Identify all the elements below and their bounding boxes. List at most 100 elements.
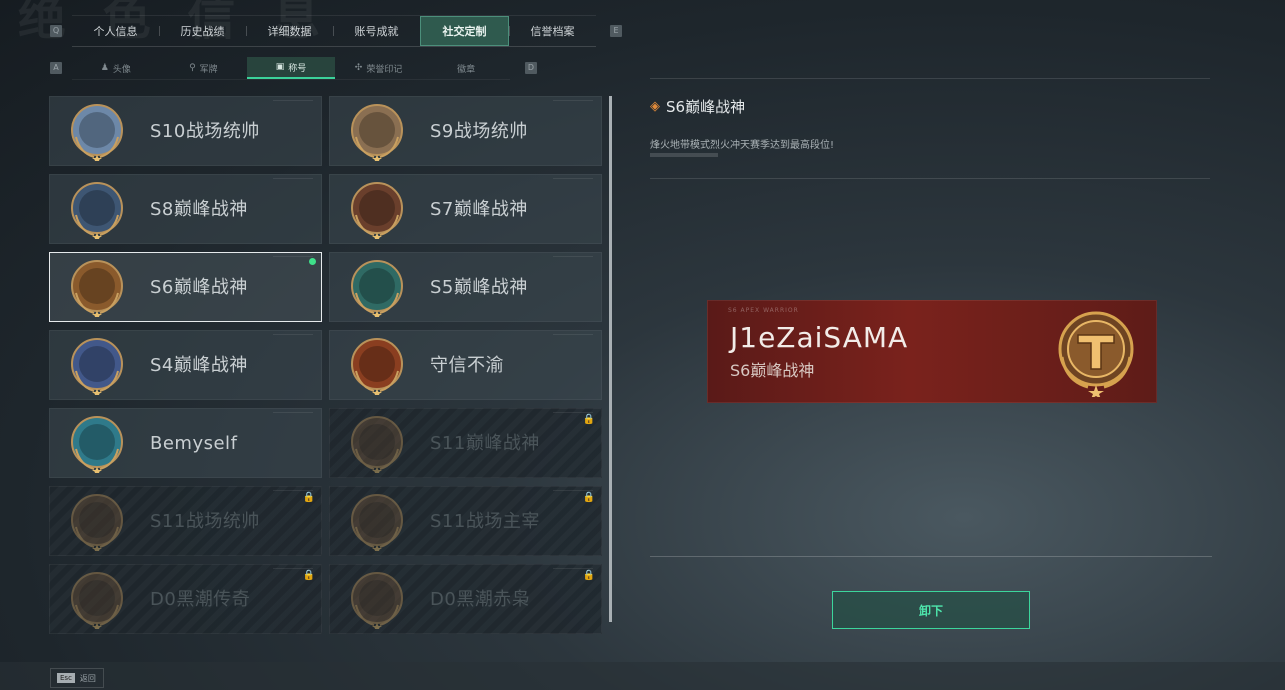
subtab-label: 徽章 <box>457 64 476 75</box>
title-name: S11巅峰战神 <box>430 433 540 454</box>
subtab-4[interactable]: 徽章 <box>422 57 510 79</box>
title-name: S8巅峰战神 <box>150 199 248 220</box>
title-card[interactable]: D0黑潮传奇 🔒 <box>49 564 322 634</box>
title-name: D0黑潮传奇 <box>150 589 251 610</box>
title-name: S9战场统帅 <box>430 121 528 142</box>
divider <box>650 556 1212 557</box>
soldier-emblem-icon <box>68 415 126 473</box>
title-card[interactable]: Bemyself <box>49 408 322 478</box>
tank-emblem-icon <box>68 493 126 551</box>
tab-next-key: E <box>610 25 622 37</box>
card-decoration <box>273 178 313 179</box>
back-button[interactable]: Esc 返回 <box>50 668 104 688</box>
skull-emblem-icon <box>348 259 406 317</box>
ship2-emblem-icon <box>348 415 406 473</box>
title-name: 守信不渝 <box>430 355 504 376</box>
back-label: 返回 <box>79 673 96 683</box>
title-card[interactable]: S4巅峰战神 <box>49 330 322 400</box>
subtab-3[interactable]: ✣ 荣誉印记 <box>335 57 423 79</box>
scrollbar[interactable] <box>609 96 612 622</box>
subtab-2[interactable]: ▣ 称号 <box>247 57 335 79</box>
helmet-emblem-icon <box>68 337 126 395</box>
title-icon: ▣ <box>275 62 285 72</box>
detail-header: ◈ S6巅峰战神 <box>650 96 745 117</box>
card-decoration <box>273 490 313 491</box>
plane-emblem-icon <box>68 103 126 161</box>
ship-emblem-icon <box>348 103 406 161</box>
title-card[interactable]: S6巅峰战神 <box>49 252 322 322</box>
banner-player-name: J1eZaiSAMA <box>730 321 909 354</box>
lock-icon: 🔒 <box>582 492 595 503</box>
title-card[interactable]: S10战场统帅 <box>49 96 322 166</box>
card-decoration <box>273 568 313 569</box>
divider <box>650 178 1210 179</box>
lock-icon: 🔒 <box>302 492 315 503</box>
diamond-icon: ◈ <box>650 99 660 114</box>
card-decoration <box>553 178 593 179</box>
tab-2[interactable]: 详细数据 <box>246 16 333 46</box>
title-name: D0黑潮赤枭 <box>430 589 531 610</box>
subtab-0[interactable]: ♟ 头像 <box>72 57 160 79</box>
title-name: S10战场统帅 <box>150 121 260 142</box>
t-emblem-icon <box>1058 311 1134 397</box>
card-decoration <box>553 568 593 569</box>
subtab-label: 军牌 <box>199 64 218 75</box>
mask-emblem-icon <box>348 571 406 629</box>
tab-3[interactable]: 账号成就 <box>333 16 420 46</box>
honor-icon: ✣ <box>354 63 363 73</box>
person-icon: ♟ <box>100 63 109 73</box>
card-decoration <box>273 256 313 257</box>
subtab-label: 头像 <box>112 64 131 75</box>
card-decoration <box>553 256 593 257</box>
subtab-1[interactable]: ⚲ 军牌 <box>160 57 248 79</box>
banner-title: S6巅峰战神 <box>730 361 815 380</box>
unequip-button[interactable]: 卸下 <box>832 591 1030 629</box>
scales-emblem-icon <box>348 337 406 395</box>
stripes-emblem-icon <box>68 181 126 239</box>
lock-icon: 🔒 <box>582 414 595 425</box>
title-name: S11战场主宰 <box>430 511 540 532</box>
detail-description: 烽火地带模式烈火冲天赛季达到最高段位! <box>650 140 835 151</box>
subtab-prev-key: A <box>50 62 62 74</box>
lock-icon: 🔒 <box>302 570 315 581</box>
tab-4[interactable]: 社交定制 <box>420 16 509 46</box>
main-tabs: 个人信息 历史战绩 详细数据 账号成就 社交定制 信誉档案 <box>72 15 596 47</box>
card-decoration <box>273 412 313 413</box>
title-name: S5巅峰战神 <box>430 277 528 298</box>
card-decoration <box>553 412 593 413</box>
dogtag-icon: ⚲ <box>189 63 196 73</box>
tab-1[interactable]: 历史战绩 <box>159 16 246 46</box>
tab-5[interactable]: 信誉档案 <box>509 16 596 46</box>
title-card[interactable]: S5巅峰战神 <box>329 252 602 322</box>
card-decoration <box>553 490 593 491</box>
title-card[interactable]: S11巅峰战神 🔒 <box>329 408 602 478</box>
detail-subline <box>650 153 718 157</box>
arch-emblem-icon <box>348 493 406 551</box>
detail-title: S6巅峰战神 <box>666 98 746 116</box>
subtab-label: 称号 <box>288 63 307 74</box>
title-card[interactable]: S11战场统帅 🔒 <box>49 486 322 556</box>
title-preview-banner: S6 APEX WARRIOR J1eZaiSAMA S6巅峰战神 <box>707 300 1157 403</box>
hood-emblem-icon <box>68 571 126 629</box>
card-decoration <box>553 100 593 101</box>
tab-prev-key: Q <box>50 25 62 37</box>
equipped-indicator <box>309 258 316 265</box>
title-card[interactable]: D0黑潮赤枭 🔒 <box>329 564 602 634</box>
title-name: S7巅峰战神 <box>430 199 528 220</box>
title-card[interactable]: S11战场主宰 🔒 <box>329 486 602 556</box>
gun-emblem-icon <box>348 181 406 239</box>
card-decoration <box>273 334 313 335</box>
tab-0[interactable]: 个人信息 <box>72 16 159 46</box>
title-name: Bemyself <box>150 433 238 454</box>
card-decoration <box>273 100 313 101</box>
subtab-label: 荣誉印记 <box>366 64 403 75</box>
title-card[interactable]: 守信不渝 <box>329 330 602 400</box>
banner-small-text: S6 APEX WARRIOR <box>728 307 799 314</box>
title-card[interactable]: S8巅峰战神 <box>49 174 322 244</box>
footer-bar <box>0 662 1285 690</box>
title-card[interactable]: S7巅峰战神 <box>329 174 602 244</box>
t-emblem-icon <box>68 259 126 317</box>
card-decoration <box>553 334 593 335</box>
title-name: S6巅峰战神 <box>150 277 248 298</box>
title-card[interactable]: S9战场统帅 <box>329 96 602 166</box>
